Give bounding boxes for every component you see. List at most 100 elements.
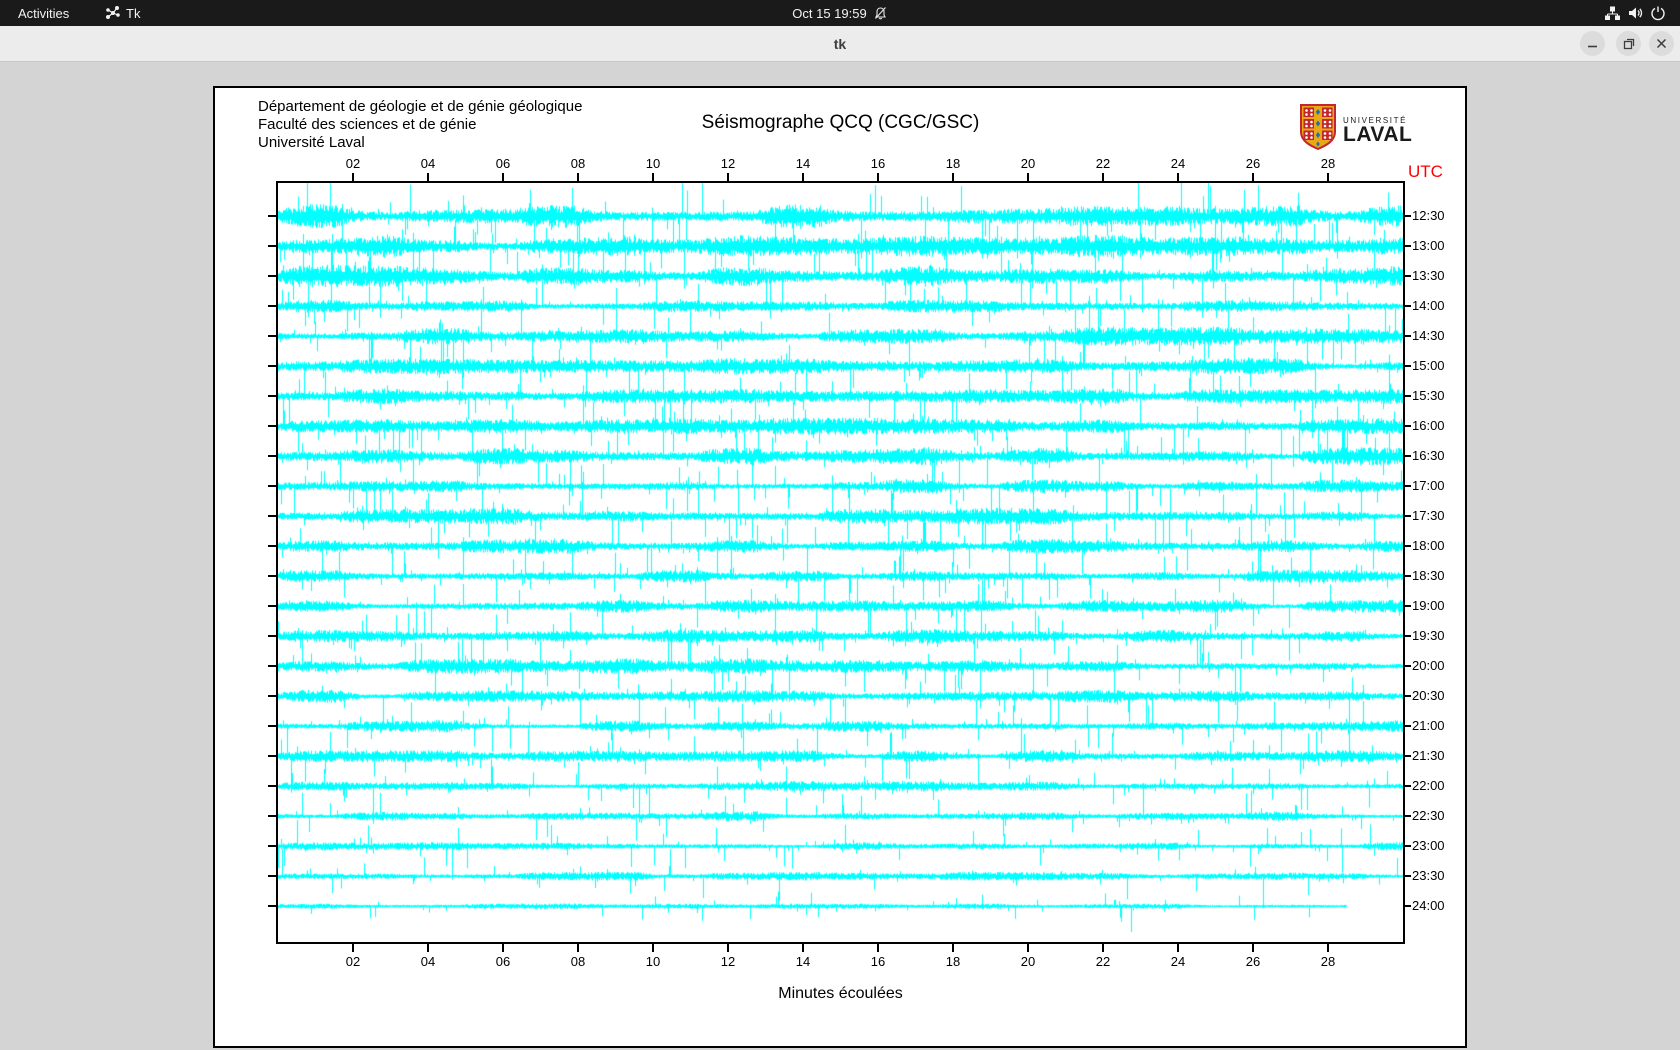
x-tick-bottom <box>727 944 729 952</box>
x-tick-label-top: 02 <box>345 156 361 171</box>
row-tick-right <box>1405 575 1411 577</box>
activities-label: Activities <box>18 5 70 21</box>
system-status-area[interactable] <box>1604 0 1666 26</box>
row-tick-left <box>268 365 276 367</box>
row-tick-left <box>268 785 276 787</box>
row-tick-right <box>1405 395 1411 397</box>
row-tick-left <box>268 275 276 277</box>
row-tick-right <box>1405 665 1411 667</box>
row-tick-right <box>1405 245 1411 247</box>
close-button[interactable] <box>1649 31 1674 56</box>
row-tick-left <box>268 425 276 427</box>
laval-logo-line2: LAVAL <box>1343 122 1413 146</box>
x-tick-label-top: 16 <box>870 156 886 171</box>
x-tick-label-bottom: 08 <box>570 954 586 969</box>
row-tick-right <box>1405 605 1411 607</box>
activities-button[interactable]: Activities <box>18 0 69 26</box>
time-label: 15:00 <box>1412 358 1445 373</box>
time-label: 20:00 <box>1412 658 1445 673</box>
x-tick-bottom <box>352 944 354 952</box>
time-label: 16:30 <box>1412 448 1445 463</box>
x-tick-top <box>1252 173 1254 181</box>
x-tick-label-top: 24 <box>1170 156 1186 171</box>
window-titlebar[interactable]: tk <box>0 26 1680 62</box>
time-label: 19:00 <box>1412 598 1445 613</box>
x-tick-label-bottom: 12 <box>720 954 736 969</box>
row-tick-left <box>268 605 276 607</box>
time-label: 20:30 <box>1412 688 1445 703</box>
row-tick-right <box>1405 515 1411 517</box>
x-tick-label-bottom: 10 <box>645 954 661 969</box>
x-axis-title: Minutes écoulées <box>778 985 903 1002</box>
laval-logo: UNIVERSITÉ LAVAL <box>1300 104 1412 155</box>
row-tick-right <box>1405 725 1411 727</box>
row-tick-right <box>1405 635 1411 637</box>
x-tick-top <box>352 173 354 181</box>
time-label: 18:30 <box>1412 568 1445 583</box>
x-tick-label-top: 28 <box>1320 156 1336 171</box>
row-tick-right <box>1405 755 1411 757</box>
row-tick-left <box>268 455 276 457</box>
row-tick-right <box>1405 545 1411 547</box>
x-tick-label-top: 18 <box>945 156 961 171</box>
row-tick-left <box>268 635 276 637</box>
focused-app-label: Tk <box>126 5 141 21</box>
x-tick-top <box>1327 173 1329 181</box>
x-tick-label-bottom: 04 <box>420 954 436 969</box>
x-tick-label-bottom: 06 <box>495 954 511 969</box>
x-tick-top <box>952 173 954 181</box>
row-tick-left <box>268 815 276 817</box>
time-label: 16:00 <box>1412 418 1445 433</box>
x-tick-bottom <box>1177 944 1179 952</box>
x-tick-label-bottom: 02 <box>345 954 361 969</box>
time-label: 14:00 <box>1412 298 1445 313</box>
x-tick-label-bottom: 16 <box>870 954 886 969</box>
minimize-button[interactable] <box>1580 31 1605 56</box>
x-tick-top <box>577 173 579 181</box>
desktop: Activities Tk Oct 15 19:59 tk Départemen… <box>0 0 1680 1050</box>
time-label: 13:30 <box>1412 268 1445 283</box>
x-tick-top <box>1102 173 1104 181</box>
gnome-top-bar: Activities Tk Oct 15 19:59 <box>0 0 1680 26</box>
time-label: 19:30 <box>1412 628 1445 643</box>
row-tick-right <box>1405 275 1411 277</box>
x-tick-label-top: 10 <box>645 156 661 171</box>
x-tick-top <box>727 173 729 181</box>
network-wired-icon <box>1604 5 1621 21</box>
row-tick-left <box>268 755 276 757</box>
row-tick-left <box>268 485 276 487</box>
x-tick-bottom <box>427 944 429 952</box>
row-tick-left <box>268 215 276 217</box>
x-tick-bottom <box>1252 944 1254 952</box>
maximize-button[interactable] <box>1616 31 1641 56</box>
focused-app-menu[interactable]: Tk <box>106 0 140 26</box>
row-tick-left <box>268 305 276 307</box>
time-label: 24:00 <box>1412 898 1445 913</box>
row-tick-right <box>1405 455 1411 457</box>
row-tick-left <box>268 905 276 907</box>
x-tick-bottom <box>1102 944 1104 952</box>
row-tick-left <box>268 695 276 697</box>
x-tick-top <box>502 173 504 181</box>
notifications-muted-icon[interactable] <box>873 6 888 21</box>
x-tick-label-top: 12 <box>720 156 736 171</box>
row-tick-left <box>268 665 276 667</box>
power-icon <box>1650 5 1666 21</box>
row-tick-right <box>1405 365 1411 367</box>
time-label: 21:00 <box>1412 718 1445 733</box>
utc-label: UTC <box>1408 162 1443 181</box>
tk-app-icon <box>106 6 120 20</box>
x-tick-label-bottom: 22 <box>1095 954 1111 969</box>
row-tick-left <box>268 875 276 877</box>
row-tick-right <box>1405 815 1411 817</box>
row-tick-right <box>1405 845 1411 847</box>
row-tick-right <box>1405 695 1411 697</box>
row-tick-left <box>268 725 276 727</box>
x-tick-label-top: 06 <box>495 156 511 171</box>
row-tick-left <box>268 245 276 247</box>
row-tick-left <box>268 395 276 397</box>
time-label: 15:30 <box>1412 388 1445 403</box>
x-tick-label-top: 20 <box>1020 156 1036 171</box>
clock-label[interactable]: Oct 15 19:59 <box>792 6 866 21</box>
x-tick-label-top: 14 <box>795 156 811 171</box>
